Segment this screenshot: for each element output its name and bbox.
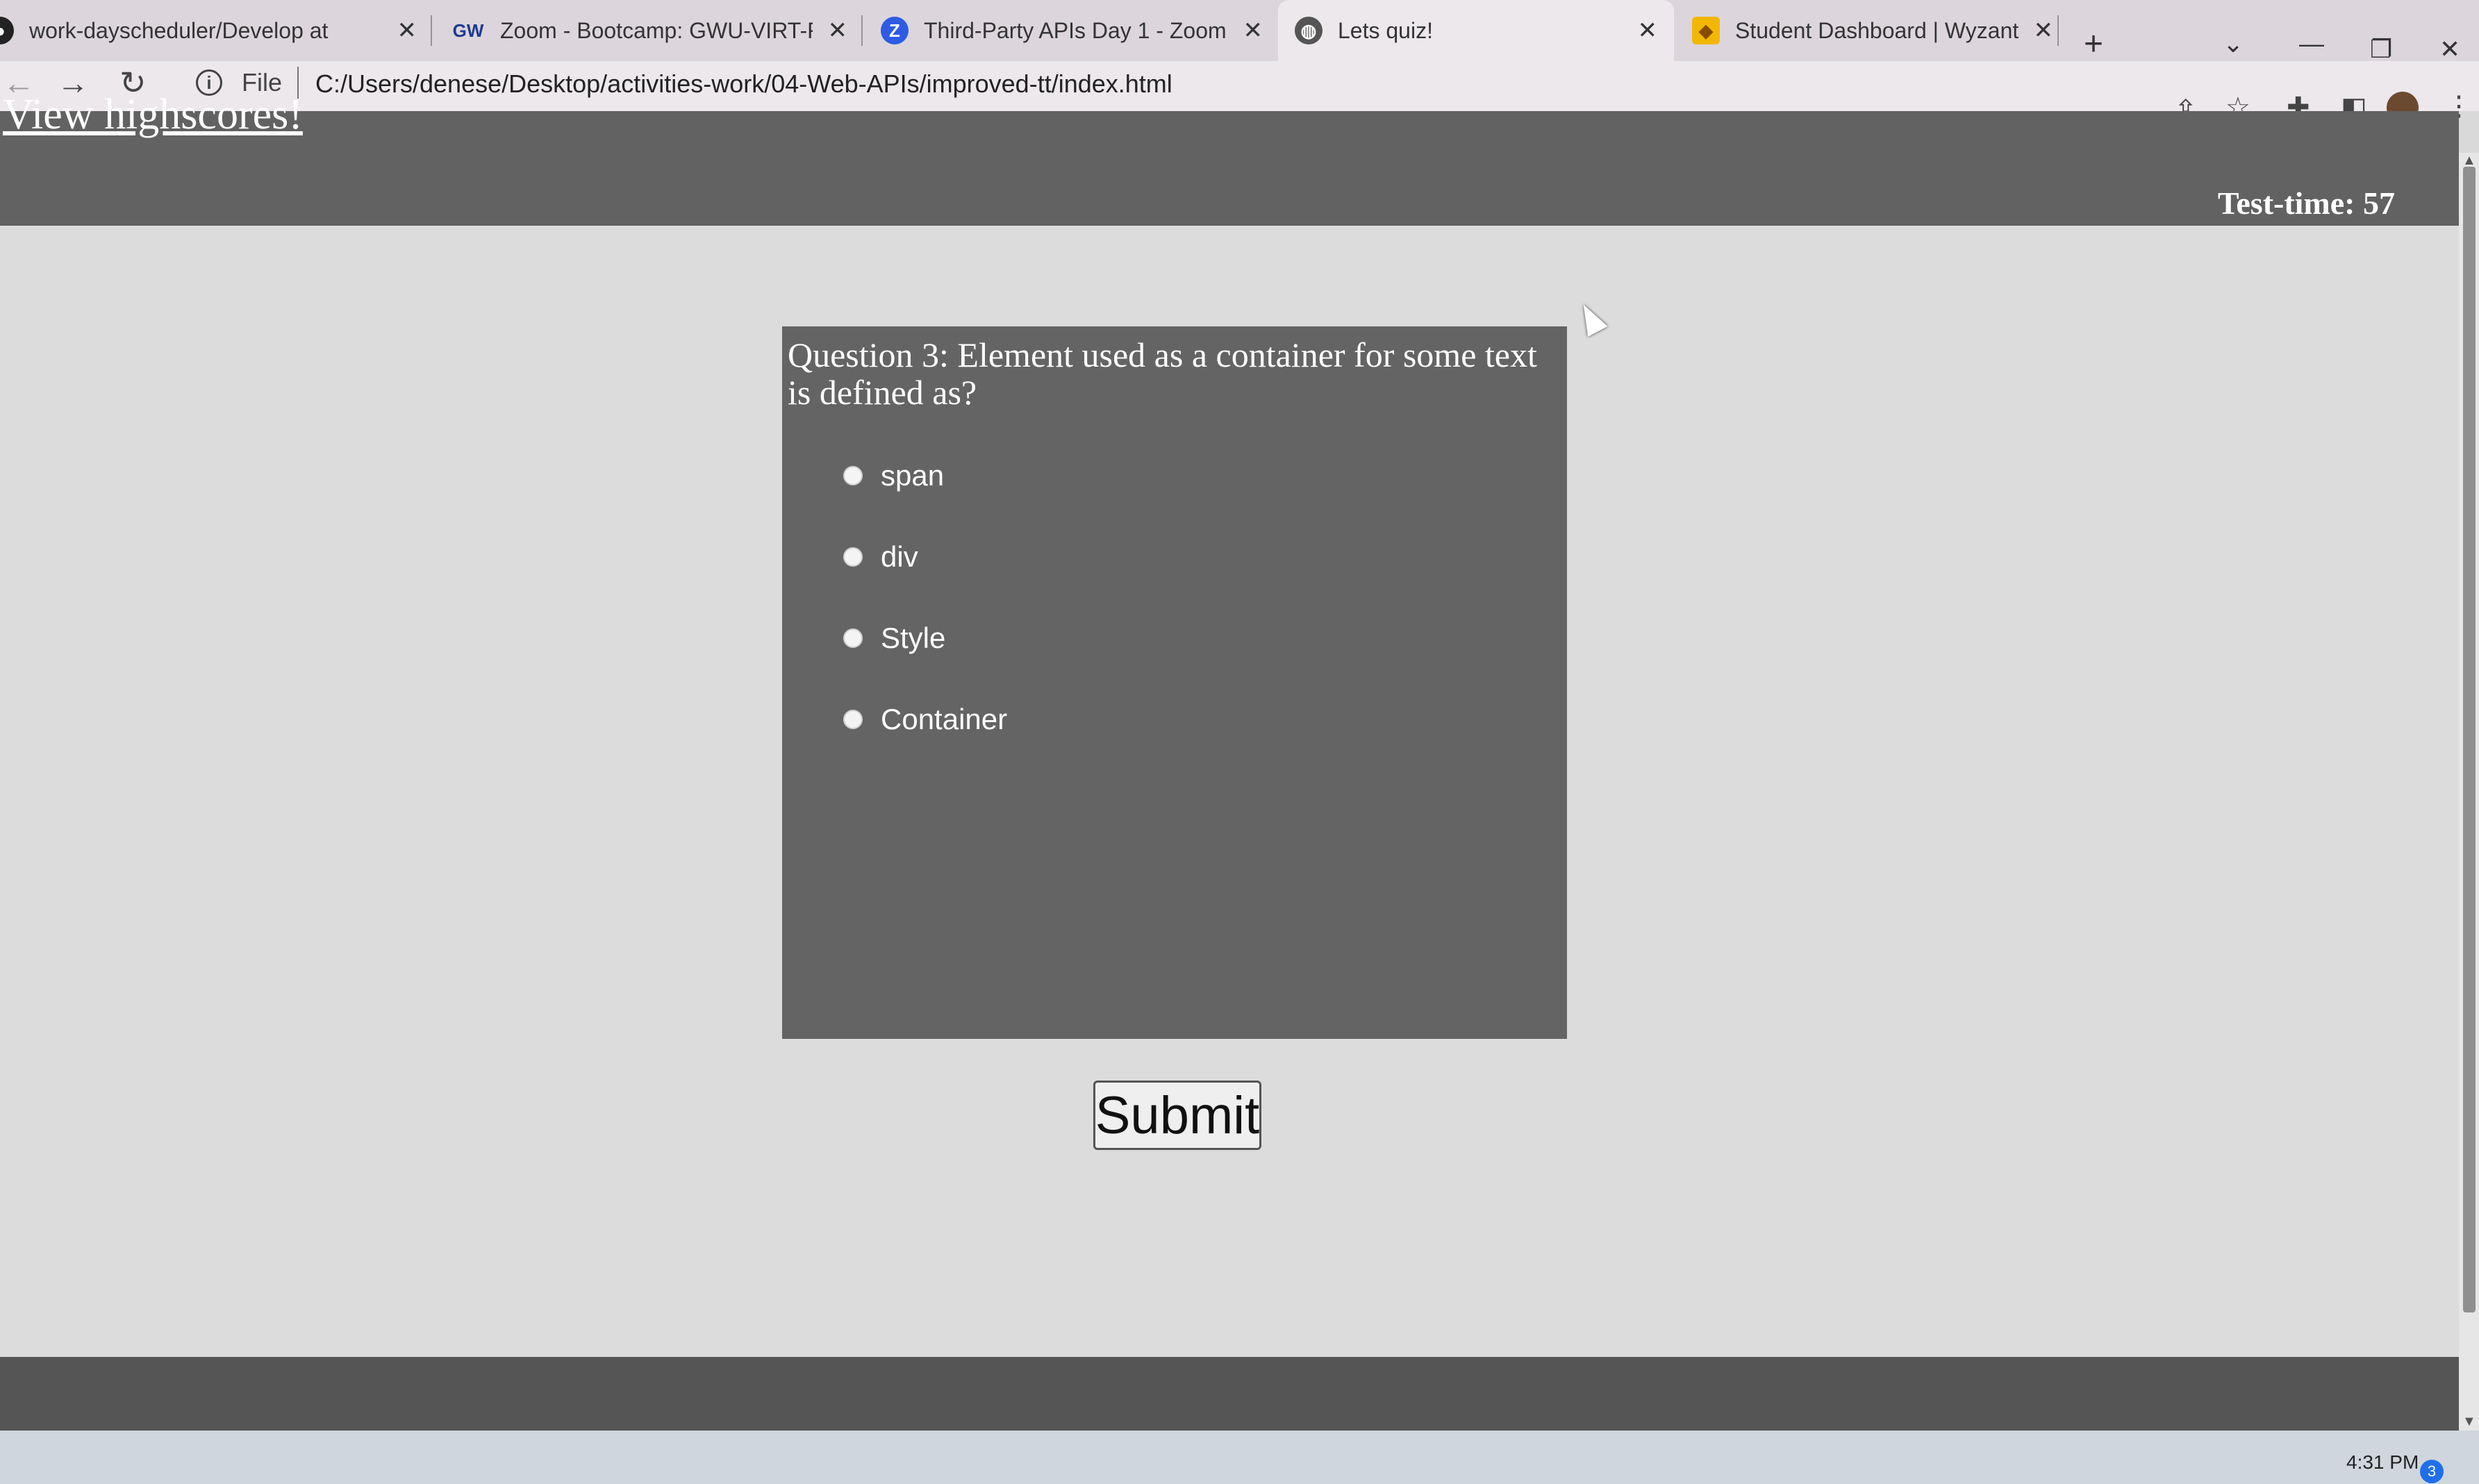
- answer-label: Container: [881, 702, 1008, 735]
- restore-icon[interactable]: ❐: [2370, 35, 2392, 64]
- tab-zoom-third-party[interactable]: Z Third-Party APIs Day 1 - Zoom ✕: [881, 0, 1263, 61]
- minimize-icon[interactable]: —: [2299, 29, 2324, 58]
- github-icon: ●: [0, 17, 14, 44]
- answer-option[interactable]: Style: [843, 597, 1561, 678]
- scroll-down-icon[interactable]: ▼: [2462, 1414, 2476, 1430]
- answer-label: div: [881, 540, 918, 573]
- tab-title: Zoom - Bootcamp: GWU-VIRT-F: [500, 17, 813, 43]
- radio-button[interactable]: [843, 465, 863, 485]
- test-timer: Test-time: 57: [2217, 185, 2395, 221]
- tab-separator: [861, 15, 863, 46]
- page-scrollbar[interactable]: ▲ ▼: [2459, 153, 2479, 1431]
- taskbar-clock[interactable]: 4:31 PM: [2346, 1451, 2419, 1474]
- tab-title: Lets quiz!: [1338, 17, 1433, 43]
- footer-bar: [0, 1357, 2459, 1431]
- answer-option[interactable]: div: [843, 516, 1561, 597]
- gw-icon: GW: [452, 19, 484, 41]
- tab-close-icon[interactable]: ✕: [1638, 17, 1658, 44]
- browser-toolbar: ← → ↻ i File C:/Users/denese/Desktop/act…: [0, 61, 2479, 126]
- zoom-icon: Z: [881, 17, 909, 44]
- window-close-icon[interactable]: ✕: [2439, 35, 2460, 64]
- radio-button[interactable]: [843, 628, 863, 648]
- tab-zoom-bootcamp[interactable]: GW Zoom - Bootcamp: GWU-VIRT-F ✕: [451, 0, 847, 61]
- radio-button[interactable]: [843, 709, 863, 729]
- os-taskbar: 4:31 PM 3: [0, 1431, 2479, 1484]
- scrollbar-thumb[interactable]: [2463, 167, 2476, 1312]
- header-bar: View highscores! Test-time: 57: [0, 91, 2459, 226]
- tab-close-icon[interactable]: ✕: [2034, 17, 2054, 44]
- tab-title: Student Dashboard | Wyzant Tu: [1735, 17, 2018, 43]
- quiz-card: Question 3: Element used as a container …: [782, 326, 1567, 1039]
- tab-search-chevron-icon[interactable]: ⌄: [2223, 29, 2244, 58]
- radio-button[interactable]: [843, 547, 863, 567]
- tab-close-icon[interactable]: ✕: [1243, 17, 1263, 44]
- tab-dayscheduler[interactable]: ● work-dayscheduler/Develop at ✕: [0, 0, 417, 61]
- submit-button[interactable]: Submit: [1093, 1081, 1261, 1150]
- question-text: Question 3: Element used as a container …: [788, 335, 1537, 412]
- answer-option[interactable]: Container: [843, 678, 1561, 760]
- tab-separator: [2057, 15, 2059, 46]
- tab-title: work-dayscheduler/Develop at: [29, 17, 329, 43]
- tab-wyzant[interactable]: ◆ Student Dashboard | Wyzant Tu ✕: [1692, 0, 2053, 61]
- new-tab-button[interactable]: +: [2084, 25, 2103, 63]
- answer-label: Style: [881, 621, 946, 654]
- address-bar-url[interactable]: C:/Users/denese/Desktop/activities-work/…: [315, 69, 1172, 99]
- page-content: View highscores! Test-time: 57 Question …: [0, 91, 2459, 1431]
- tab-title: Third-Party APIs Day 1 - Zoom: [924, 17, 1227, 43]
- answer-option[interactable]: span: [843, 435, 1561, 516]
- answer-list: span div Style Container: [788, 435, 1561, 760]
- tab-lets-quiz[interactable]: ◍ Lets quiz! ✕: [1278, 0, 1674, 61]
- globe-icon: ◍: [1295, 17, 1323, 44]
- tab-close-icon[interactable]: ✕: [828, 17, 848, 44]
- notification-badge[interactable]: 3: [2420, 1460, 2444, 1483]
- answer-label: span: [881, 458, 945, 492]
- tab-strip: ● work-dayscheduler/Develop at ✕ GW Zoom…: [0, 0, 2479, 67]
- tab-separator: [431, 15, 432, 46]
- wyzant-icon: ◆: [1692, 17, 1720, 44]
- tab-close-icon[interactable]: ✕: [397, 17, 417, 44]
- view-highscores-link[interactable]: View highscores!: [3, 90, 303, 140]
